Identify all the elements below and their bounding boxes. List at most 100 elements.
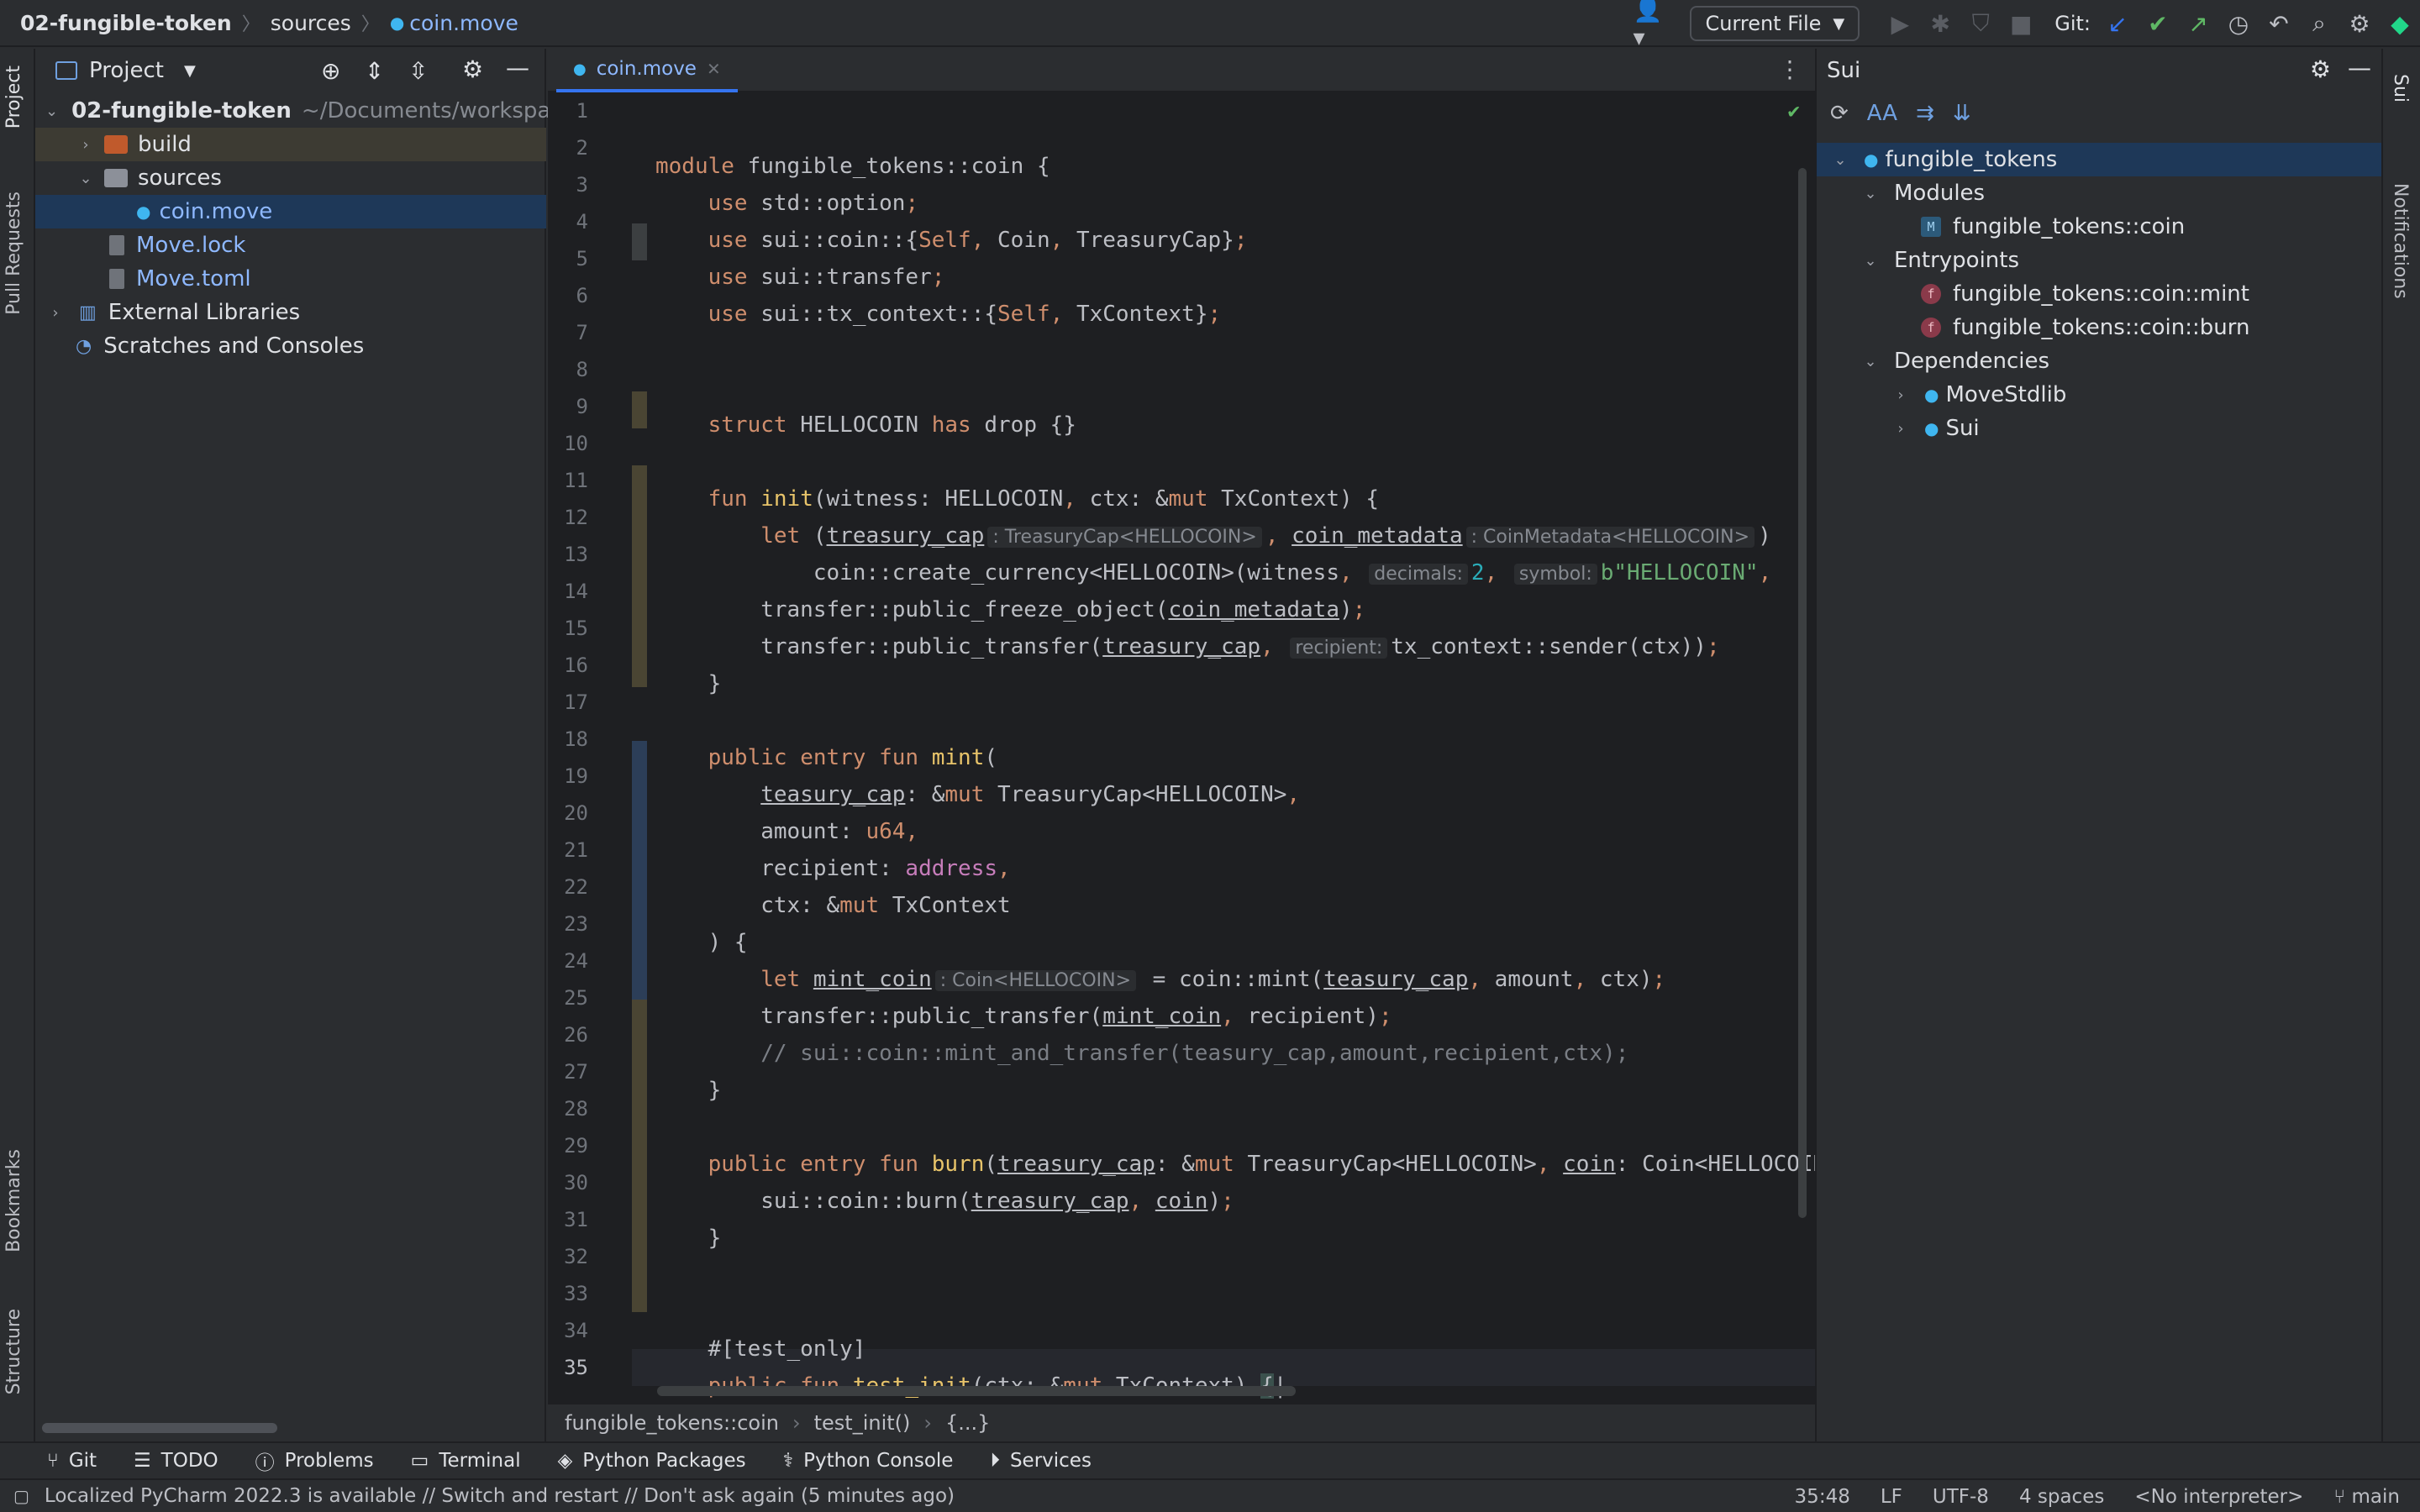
settings-gear-icon[interactable]: ⚙ [2339,3,2380,44]
user-icon[interactable]: 👤▾ [1633,0,1673,51]
tab-pull-requests[interactable]: Pull Requests [3,192,24,315]
project-panel-title[interactable]: Project [89,58,164,83]
line-number: 9 [576,395,588,418]
code-breadcrumb-function[interactable]: test_init() [814,1411,911,1435]
tree-item-scratches[interactable]: ◔ Scratches and Consoles [35,329,546,363]
more-options-icon[interactable]: ⋮ [1778,55,1802,83]
history-icon[interactable]: ◷ [2218,3,2259,44]
chevron-down-icon[interactable]: ⌄ [1860,185,1881,202]
breadcrumb-folder[interactable]: sources [271,11,351,35]
tool-todo[interactable]: ☰ TODO [134,1450,218,1472]
chevron-down-icon[interactable]: ⌄ [1830,151,1850,169]
chevron-right-icon[interactable]: › [45,304,66,322]
sui-tree-entrypoints[interactable]: ⌄ Entrypoints [1817,244,2383,277]
chevron-down-icon[interactable]: ⌄ [45,102,58,120]
project-view-icon [55,61,77,80]
vertical-scrollbar[interactable] [1798,168,1807,1218]
file-encoding[interactable]: UTF-8 [1933,1486,1989,1508]
expand-all-icon[interactable]: ⇉ [1916,101,1934,126]
tree-item-external-libraries[interactable]: › ▥ External Libraries [35,296,546,329]
tree-item-label: Scratches and Consoles [103,333,365,359]
tab-structure[interactable]: Structure [3,1309,24,1394]
status-message[interactable]: Localized PyCharm 2022.3 is available //… [45,1485,955,1507]
collapse-all-icon[interactable]: ⇳ [408,57,428,85]
chevron-down-icon[interactable]: ⌄ [1860,252,1881,270]
search-icon[interactable]: ⌕ [2299,3,2339,44]
tab-notifications[interactable]: Notifications [2390,183,2411,299]
line-number: 35 [564,1356,588,1379]
git-branch-widget[interactable]: ⑂ main [2333,1486,2400,1508]
git-commit-icon[interactable]: ✔ [2138,3,2178,44]
sui-tree-label: Dependencies [1894,349,2050,374]
pycharm-logo-icon[interactable]: ◆ [2380,3,2420,44]
tool-problems[interactable]: ⓘ Problems [255,1446,374,1475]
settings-gear-icon[interactable]: ⚙ [462,55,483,83]
tool-python-packages[interactable]: ◈ Python Packages [558,1450,746,1472]
code-line-9: struct HELLOCOIN has drop {} [708,412,1076,438]
code-line-27: } [655,1078,722,1103]
tool-git[interactable]: ⑂ Git [47,1450,97,1472]
tool-terminal[interactable]: ▭ Terminal [411,1450,521,1472]
refresh-icon[interactable]: ⟳ [1830,101,1849,126]
code-breadcrumb-module[interactable]: fungible_tokens::coin [565,1411,779,1435]
sui-tree-dependency-sui[interactable]: › ● Sui [1817,412,2383,445]
tab-bookmarks[interactable]: Bookmarks [3,1149,24,1252]
horizontal-scrollbar[interactable] [657,1386,1296,1396]
code-editor[interactable]: 1 2 3 4 5 6 7 8 9 10 11 12 13 14 15 16 17 18 19 20 21 22 23 24 2… [548,92,1815,1403]
code-breadcrumb-block[interactable]: {...} [945,1411,990,1435]
editor-tab-coin-move[interactable]: ● coin.move ✕ [556,49,738,92]
line-number: 27 [564,1060,588,1084]
breadcrumb-project[interactable]: 02-fungible-token [20,11,232,35]
collapse-all-icon[interactable]: ⇊ [1953,101,1971,126]
git-push-icon[interactable]: ↗ [2178,3,2218,44]
horizontal-scrollbar[interactable] [42,1423,277,1433]
tree-item-sources[interactable]: ⌄ sources [35,161,546,195]
interpreter-selector[interactable]: <No interpreter> [2134,1486,2303,1508]
sort-alphabetically-icon[interactable]: AA [1867,101,1897,126]
tree-item-coin-move[interactable]: ● coin.move [35,195,546,228]
breadcrumb-separator: › [792,1411,801,1435]
chevron-right-icon[interactable]: › [76,136,96,154]
code-line-20: amount: u64, [655,819,919,844]
debug-icon[interactable]: ✱ [1920,3,1960,44]
coverage-icon[interactable]: ⛉ [1960,3,2001,44]
tree-item-label: coin.move [159,199,273,224]
chevron-down-icon[interactable]: ⌄ [1860,353,1881,370]
chevron-right-icon[interactable]: › [1891,420,1911,438]
hide-panel-icon[interactable]: — [506,54,529,81]
rollback-icon[interactable]: ↶ [2259,3,2299,44]
settings-gear-icon[interactable]: ⚙ [2310,55,2331,83]
sui-tree-dependency-movestdlib[interactable]: › ● MoveStdlib [1817,378,2383,412]
sui-tree-dependencies[interactable]: ⌄ Dependencies [1817,344,2383,378]
expand-all-icon[interactable]: ⇕ [365,57,384,85]
sui-tree-modules[interactable]: ⌄ Modules [1817,176,2383,210]
run-icon[interactable]: ▶ [1880,3,1920,44]
tree-item-project-root[interactable]: ⌄ 02-fungible-token ~/Documents/workspa [35,94,550,128]
chevron-right-icon[interactable]: › [1891,386,1911,404]
sui-tree-module-item[interactable]: M fungible_tokens::coin [1817,210,2383,244]
tree-item-move-lock[interactable]: Move.lock [35,228,546,262]
tree-item-build[interactable]: › build [35,128,546,161]
tree-item-move-toml[interactable]: Move.toml [35,262,546,296]
chevron-down-icon[interactable]: ⌄ [76,170,96,187]
close-icon[interactable]: ✕ [707,59,721,79]
sui-tree-entrypoint-burn[interactable]: f fungible_tokens::coin::burn [1817,311,2383,344]
tool-services[interactable]: ⏵ Services [990,1450,1092,1472]
breadcrumb-file[interactable]: coin.move [409,11,518,35]
sui-tree-root[interactable]: ⌄ ● fungible_tokens [1817,143,2383,176]
run-configuration-dropdown[interactable]: Current File ▼ [1690,6,1860,41]
git-update-icon[interactable]: ↙ [2097,3,2138,44]
locate-file-icon[interactable]: ⊕ [321,57,340,85]
caret-position[interactable]: 35:48 [1795,1486,1850,1508]
tab-sui-vertical[interactable]: Sui [2390,74,2411,102]
stop-icon[interactable]: ■ [2001,3,2041,44]
toggle-panels-icon[interactable]: ▢ [13,1486,29,1506]
tab-project-vertical[interactable]: Project [3,66,24,129]
hide-panel-icon[interactable]: — [2348,54,2371,81]
chevron-down-icon[interactable]: ▼ [184,62,196,80]
tool-python-console[interactable]: ⚕ Python Console [783,1450,954,1472]
sui-tree-entrypoint-mint[interactable]: f fungible_tokens::coin::mint [1817,277,2383,311]
line-separator[interactable]: LF [1881,1486,1902,1508]
line-number: 5 [576,247,588,270]
indent-setting[interactable]: 4 spaces [2019,1486,2104,1508]
